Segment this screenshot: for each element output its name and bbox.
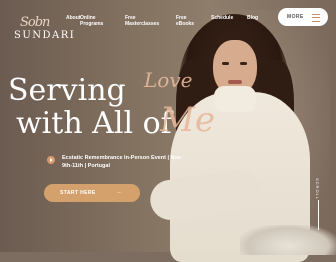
logo-script: Sobn xyxy=(20,15,50,30)
script-love: Love xyxy=(144,68,193,92)
play-icon[interactable] xyxy=(47,156,55,164)
nav-blog[interactable]: Blog xyxy=(247,15,258,21)
arrow-right-icon: → xyxy=(116,189,122,195)
logo-wordmark: SUNDARI xyxy=(14,30,76,41)
hero-photo-lips xyxy=(228,80,242,84)
nav-online-programs[interactable]: Online Programs xyxy=(80,15,103,27)
hero-photo-collar xyxy=(214,86,256,112)
start-here-button[interactable]: START HERE → xyxy=(44,184,140,202)
site-logo[interactable]: Sobn SUNDARI xyxy=(8,6,74,41)
nav-free-masterclasses[interactable]: Free Masterclasses xyxy=(125,15,159,27)
hero-heading-line2: with All of xyxy=(16,106,172,141)
nav-free-ebooks[interactable]: Free eBooks xyxy=(176,15,194,27)
scroll-label[interactable]: SCROLL xyxy=(315,178,320,200)
scroll-indicator-line xyxy=(318,200,319,230)
event-link[interactable]: Ecstatic Remembrance In-Person Event | N… xyxy=(62,154,192,170)
more-button-label: MORE xyxy=(287,14,304,20)
start-here-label: START HERE xyxy=(60,190,96,196)
hero-photo-fur-rug xyxy=(240,225,336,255)
more-button[interactable]: MORE xyxy=(278,8,328,26)
hero-photo-eye-right xyxy=(240,62,247,65)
menu-icon xyxy=(312,14,320,22)
hero-heading-line1: Serving xyxy=(8,73,126,108)
hero-photo-eye-left xyxy=(222,62,229,65)
nav-schedule[interactable]: Schedule xyxy=(211,15,233,21)
nav-about[interactable]: About xyxy=(66,15,80,21)
script-me: Me xyxy=(160,100,215,140)
